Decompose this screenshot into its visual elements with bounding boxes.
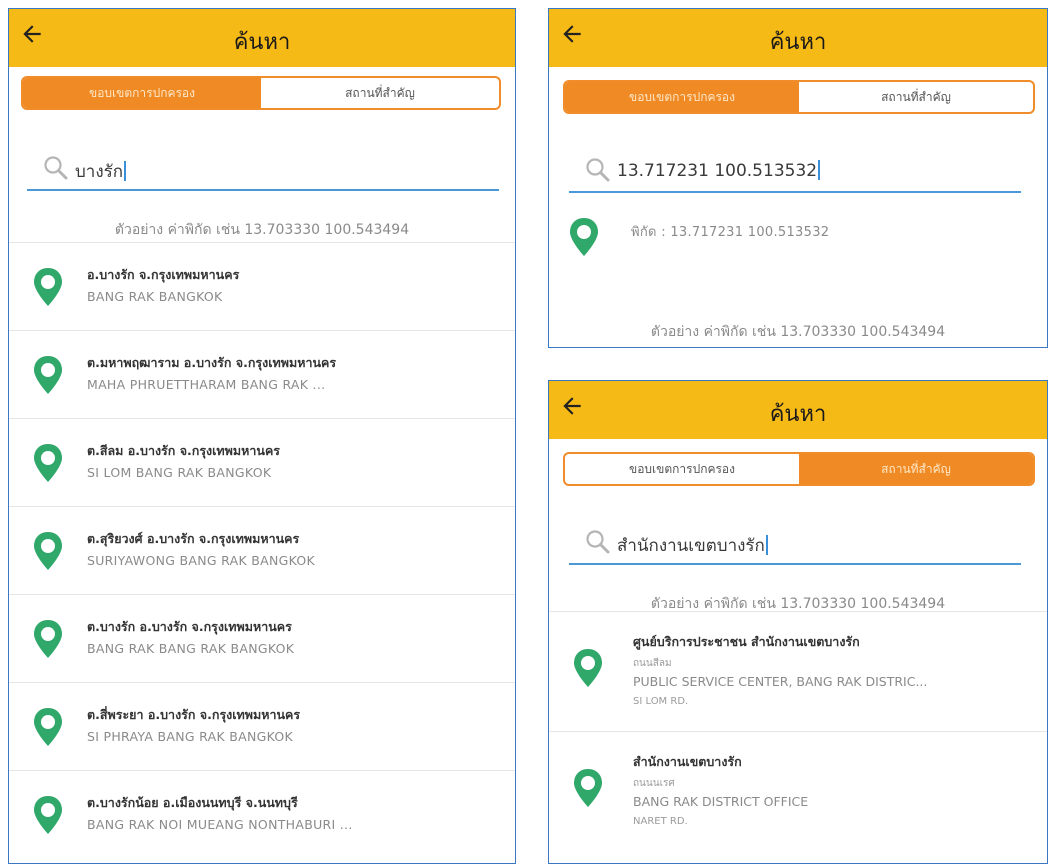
- result-thai-name: ต.บางรัก อ.บางรัก จ.กรุงเทพมหานคร: [87, 619, 292, 634]
- search-underline: [569, 563, 1021, 565]
- place-english-name: PUBLIC SERVICE CENTER, BANG RAK DISTRIC.…: [633, 674, 928, 689]
- result-thai-name: ต.สี่พระยา อ.บางรัก จ.กรุงเทพมหานคร: [87, 707, 301, 722]
- place-thai-road: ถนนนเรศ: [633, 778, 675, 789]
- tab-landmarks[interactable]: สถานที่สำคัญ: [799, 454, 1033, 484]
- search-input[interactable]: 13.717231 100.513532: [617, 161, 817, 181]
- result-english-name: BANG RAK BANG RAK BANGKOK: [87, 641, 295, 656]
- left-screen: ค้นหา ขอบเขตการปกครอง สถานที่สำคัญ บางรั…: [8, 8, 516, 864]
- result-thai-name: ต.สุริยวงศ์ อ.บางรัก จ.กรุงเทพมหานคร: [87, 531, 300, 546]
- coordinate-text: พิกัด : 13.717231 100.513532: [631, 225, 830, 240]
- search-icon: [586, 158, 610, 182]
- result-row[interactable]: ต.สีลม อ.บางรัก จ.กรุงเทพมหานคร SI LOM BA…: [9, 418, 515, 507]
- result-thai-name: อ.บางรัก จ.กรุงเทพมหานคร: [87, 267, 240, 282]
- result-row[interactable]: ต.สุริยวงศ์ อ.บางรัก จ.กรุงเทพมหานคร SURI…: [9, 506, 515, 595]
- bottom-right-screen: ค้นหา ขอบเขตการปกครอง สถานที่สำคัญ สำนัก…: [548, 380, 1048, 864]
- place-english-road: SI LOM RD.: [633, 696, 689, 707]
- search-field[interactable]: บางรัก: [27, 145, 499, 191]
- search-icon: [586, 530, 610, 554]
- result-english-name: BANG RAK NOI MUEANG NONTHABURI ...: [87, 817, 353, 832]
- tab-landmarks[interactable]: สถานที่สำคัญ: [261, 78, 499, 108]
- result-row[interactable]: ต.มหาพฤฒาราม อ.บางรัก จ.กรุงเทพมหานคร MAH…: [9, 330, 515, 419]
- map-pin-icon: [574, 769, 602, 807]
- place-result-row[interactable]: สำนักงานเขตบางรักถนนนเรศ BANG RAK DISTRIC…: [549, 731, 1047, 852]
- map-pin-icon: [34, 268, 62, 306]
- result-row[interactable]: อ.บางรัก จ.กรุงเทพมหานคร BANG RAK BANGKOK: [9, 242, 515, 331]
- result-thai-name: ต.มหาพฤฒาราม อ.บางรัก จ.กรุงเทพมหานคร: [87, 355, 337, 370]
- result-row[interactable]: ต.บางรักน้อย อ.เมืองนนทบุรี จ.นนทบุรี BAN…: [9, 770, 515, 859]
- place-thai-road: ถนนสีลม: [633, 658, 672, 669]
- page-title: ค้นหา: [769, 402, 827, 427]
- text-caret: [818, 160, 821, 180]
- map-pin-icon: [34, 356, 62, 394]
- app-bar: ค้นหา: [9, 9, 515, 67]
- result-english-name: BANG RAK BANGKOK: [87, 289, 223, 304]
- coordinate-hint: ตัวอย่าง ค่าพิกัด เช่น 13.703330 100.543…: [650, 324, 946, 340]
- page-title: ค้นหา: [769, 30, 827, 55]
- place-result-row[interactable]: ศูนย์บริการประชาชน สำนักงานเขตบางรักถนนส…: [549, 611, 1047, 732]
- back-arrow-icon[interactable]: [559, 21, 585, 47]
- tab-switcher: ขอบเขตการปกครอง สถานที่สำคัญ: [563, 80, 1035, 114]
- place-english-road: NARET RD.: [633, 816, 688, 827]
- search-input[interactable]: บางรัก: [75, 162, 123, 182]
- result-thai-name: ต.บางรักน้อย อ.เมืองนนทบุรี จ.นนทบุรี: [87, 795, 298, 810]
- map-pin-icon: [34, 532, 62, 570]
- search-input[interactable]: สำนักงานเขตบางรัก: [617, 536, 765, 556]
- tab-switcher: ขอบเขตการปกครอง สถานที่สำคัญ: [21, 76, 501, 110]
- tab-administrative-area[interactable]: ขอบเขตการปกครอง: [565, 82, 799, 112]
- result-thai-name: ต.สีลม อ.บางรัก จ.กรุงเทพมหานคร: [87, 443, 281, 458]
- map-pin-icon: [34, 620, 62, 658]
- text-caret: [124, 161, 127, 181]
- result-english-name: SI LOM BANG RAK BANGKOK: [87, 465, 272, 480]
- coordinate-result[interactable]: พิกัด : 13.717231 100.513532: [549, 205, 1047, 285]
- result-row[interactable]: ต.สี่พระยา อ.บางรัก จ.กรุงเทพมหานคร SI PH…: [9, 682, 515, 771]
- result-english-name: SI PHRAYA BANG RAK BANGKOK: [87, 729, 294, 744]
- map-pin-icon: [34, 796, 62, 834]
- app-bar: ค้นหา: [549, 9, 1047, 67]
- place-english-name: BANG RAK DISTRICT OFFICE: [633, 794, 809, 809]
- search-field[interactable]: 13.717231 100.513532: [569, 147, 1021, 193]
- back-arrow-icon[interactable]: [559, 393, 585, 419]
- result-row[interactable]: ต.บางรัก อ.บางรัก จ.กรุงเทพมหานคร BANG RA…: [9, 594, 515, 683]
- search-underline: [569, 191, 1021, 193]
- page-title: ค้นหา: [233, 30, 291, 55]
- map-pin-icon: [34, 708, 62, 746]
- tab-switcher: ขอบเขตการปกครอง สถานที่สำคัญ: [563, 452, 1035, 486]
- map-pin-icon: [34, 444, 62, 482]
- tab-administrative-area[interactable]: ขอบเขตการปกครอง: [23, 78, 261, 108]
- top-right-screen: ค้นหา ขอบเขตการปกครอง สถานที่สำคัญ 13.71…: [548, 8, 1048, 348]
- place-thai-name: ศูนย์บริการประชาชน สำนักงานเขตบางรัก: [633, 634, 860, 649]
- app-bar: ค้นหา: [549, 381, 1047, 439]
- search-underline: [27, 189, 499, 191]
- search-icon: [44, 156, 68, 180]
- search-field[interactable]: สำนักงานเขตบางรัก: [569, 519, 1021, 565]
- coordinate-hint: ตัวอย่าง ค่าพิกัด เช่น 13.703330 100.543…: [114, 222, 410, 238]
- tab-administrative-area[interactable]: ขอบเขตการปกครอง: [565, 454, 799, 484]
- result-english-name: MAHA PHRUETTHARAM BANG RAK ...: [87, 377, 326, 392]
- result-english-name: SURIYAWONG BANG RAK BANGKOK: [87, 553, 316, 568]
- back-arrow-icon[interactable]: [19, 21, 45, 47]
- place-thai-name: สำนักงานเขตบางรัก: [633, 754, 742, 769]
- map-pin-icon: [570, 218, 598, 256]
- tab-landmarks[interactable]: สถานที่สำคัญ: [799, 82, 1033, 112]
- text-caret: [765, 535, 768, 555]
- map-pin-icon: [574, 649, 602, 687]
